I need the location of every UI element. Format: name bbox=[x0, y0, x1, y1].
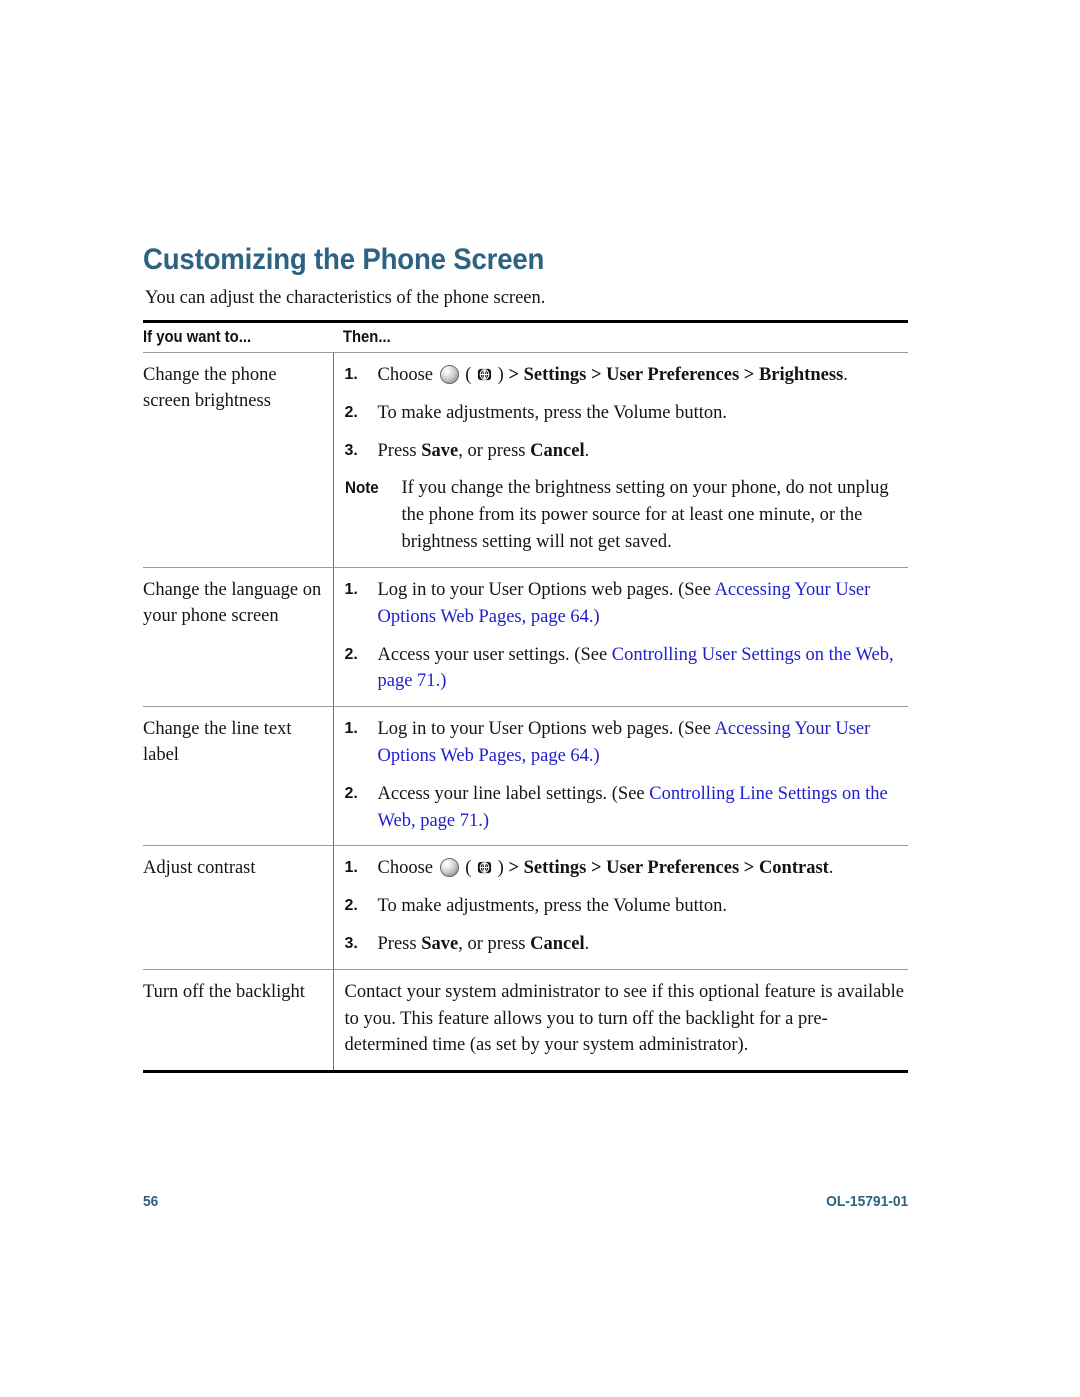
globe-settings-icon bbox=[477, 364, 492, 381]
globe-settings-icon bbox=[477, 857, 492, 874]
table-row: Turn off the backlight Contact your syst… bbox=[143, 969, 909, 1074]
note-label: Note bbox=[344, 479, 379, 498]
period-3: . bbox=[828, 858, 834, 879]
task-label: Change the phone screen brightness bbox=[143, 365, 277, 412]
row-steps-cell: 1. Log in to your User Options web pages… bbox=[332, 706, 909, 847]
line-settings-text: Access your line label settings. (See bbox=[377, 783, 645, 804]
xref-close-paren: .) bbox=[478, 810, 490, 831]
step-item: 3. Press Save, or press Cancel. bbox=[345, 438, 909, 465]
step-item: 2. Access your line label settings. (See… bbox=[345, 781, 909, 835]
user-settings-text: Access your user settings. (See bbox=[377, 644, 608, 665]
row-task-cell: Adjust contrast bbox=[143, 845, 333, 970]
step-number: 1. bbox=[344, 859, 358, 877]
xref-close-paren: .) bbox=[588, 745, 600, 766]
period-4: . bbox=[584, 934, 590, 954]
save-softkey-label: Save bbox=[421, 934, 459, 954]
step-number: 2. bbox=[344, 403, 358, 421]
header-label-then: Then... bbox=[342, 328, 391, 346]
header-cell-task: If you want to... bbox=[143, 320, 333, 353]
xref-close-paren: .) bbox=[588, 606, 600, 627]
step-item: 1. Log in to your User Options web pages… bbox=[345, 577, 909, 631]
row-task-cell: Change the line text label bbox=[143, 706, 333, 847]
nav-path-contrast: > Settings > User Preferences > Contrast bbox=[508, 858, 829, 879]
row-steps-cell: 1. Log in to your User Options web pages… bbox=[332, 567, 909, 708]
cancel-softkey-label: Cancel bbox=[530, 440, 585, 461]
paren-close: ) bbox=[497, 858, 504, 879]
xref-close-paren: .) bbox=[435, 671, 447, 692]
task-label: Change the line text label bbox=[143, 719, 292, 766]
paren-open: ( bbox=[465, 365, 472, 385]
document-page: Customizing the Phone Screen You can adj… bbox=[0, 0, 1080, 1397]
step-text: To make adjustments, press the Volume bu… bbox=[377, 402, 728, 423]
step-number: 3. bbox=[344, 935, 358, 952]
choose-word: Choose bbox=[377, 858, 434, 879]
row-steps-cell: 1. Choose () > Settings > User Preferen… bbox=[332, 845, 909, 970]
step-text: Press Save, or press Cancel. bbox=[378, 931, 909, 958]
table-row: Change the language on your phone screen… bbox=[143, 567, 909, 708]
step-item: 1. Log in to your User Options web pages… bbox=[345, 716, 909, 770]
login-text: Log in to your User Options web pages. (… bbox=[377, 719, 711, 740]
step-item: 2. Access your user settings. (See Contr… bbox=[345, 642, 909, 696]
step-number: 2. bbox=[344, 645, 358, 663]
settings-sphere-icon bbox=[439, 365, 459, 384]
step-number: 1. bbox=[344, 580, 358, 598]
row-task-cell: Change the phone screen brightness bbox=[143, 352, 333, 568]
save-softkey-label: Save bbox=[421, 440, 459, 461]
step-text: Choose () > Settings > User Preferences… bbox=[378, 855, 909, 882]
paren-close: ) bbox=[497, 365, 504, 385]
nav-path-brightness: > Settings > User Preferences > Brightne… bbox=[508, 365, 844, 385]
step-item: 3. Press Save, or press Cancel. bbox=[345, 931, 909, 958]
task-label: Adjust contrast bbox=[143, 858, 256, 879]
row-task-cell: Turn off the backlight bbox=[143, 969, 333, 1074]
step-item: 2. To make adjustments, press the Volume… bbox=[345, 400, 909, 427]
step-item: 2. To make adjustments, press the Volume… bbox=[345, 893, 909, 920]
task-label: Turn off the backlight bbox=[143, 981, 305, 1002]
page-title: Customizing the Phone Screen bbox=[143, 243, 545, 276]
period-1: . bbox=[843, 365, 848, 385]
press-word: Press bbox=[377, 440, 417, 461]
login-text: Log in to your User Options web pages. (… bbox=[377, 579, 711, 600]
step-item: 1. Choose () > Settings > User Preferen… bbox=[345, 362, 909, 389]
step-number: 1. bbox=[344, 720, 358, 738]
choose-word: Choose bbox=[377, 365, 434, 385]
footer-page-number: 56 bbox=[143, 1193, 159, 1210]
step-number: 3. bbox=[344, 441, 358, 459]
step-item: 1. Choose () > Settings > User Preferen… bbox=[345, 855, 909, 882]
note-item: Note If you change the brightness settin… bbox=[345, 475, 909, 555]
footer-document-id: OL-15791-01 bbox=[825, 1193, 908, 1210]
table-header-row: If you want to... Then... bbox=[143, 320, 908, 353]
step-text: Press Save, or press Cancel. bbox=[378, 438, 909, 465]
step-number: 2. bbox=[344, 897, 358, 915]
paren-open: ( bbox=[465, 858, 472, 879]
step-text: To make adjustments, press the Volume bu… bbox=[377, 896, 728, 917]
row-task-cell: Change the language on your phone screen bbox=[143, 567, 333, 708]
or-press-word: , or press bbox=[458, 440, 526, 461]
note-text: If you change the brightness setting on … bbox=[401, 478, 889, 553]
step-number: 2. bbox=[344, 784, 358, 802]
period-2: . bbox=[584, 440, 590, 461]
settings-sphere-icon bbox=[439, 858, 459, 878]
step-item: Contact your system administrator to see… bbox=[345, 979, 909, 1059]
intro-paragraph: You can adjust the characteristics of th… bbox=[145, 288, 546, 308]
task-label: Change the language on your phone screen bbox=[143, 579, 322, 627]
step-text: Choose () > Settings > User Preferences… bbox=[378, 362, 909, 389]
or-press-word: , or press bbox=[458, 934, 526, 954]
header-cell-then: Then... bbox=[333, 320, 908, 353]
step-text: Log in to your User Options web pages. (… bbox=[378, 577, 909, 631]
step-number: 1. bbox=[344, 366, 358, 383]
step-text: Access your user settings. (See Controll… bbox=[378, 642, 909, 696]
customizing-phone-screen-table: If you want to... Then... Change the pho… bbox=[143, 320, 909, 1074]
row-steps-cell: Contact your system administrator to see… bbox=[332, 969, 909, 1074]
header-label-if-you-want-to: If you want to... bbox=[143, 328, 252, 346]
step-text: Log in to your User Options web pages. (… bbox=[378, 716, 909, 770]
row-steps-cell: 1. Choose () > Settings > User Preferen… bbox=[332, 352, 909, 568]
step-text: Contact your system administrator to see… bbox=[344, 981, 904, 1056]
table-row: Change the phone screen brightness 1. Ch… bbox=[143, 352, 909, 568]
table-row: Adjust contrast 1. Choose () > Settings… bbox=[143, 845, 909, 970]
cancel-softkey-label: Cancel bbox=[530, 934, 585, 954]
step-text: Access your line label settings. (See Co… bbox=[378, 781, 909, 835]
table-row: Change the line text label 1. Log in to … bbox=[143, 706, 909, 847]
press-word: Press bbox=[377, 934, 417, 954]
